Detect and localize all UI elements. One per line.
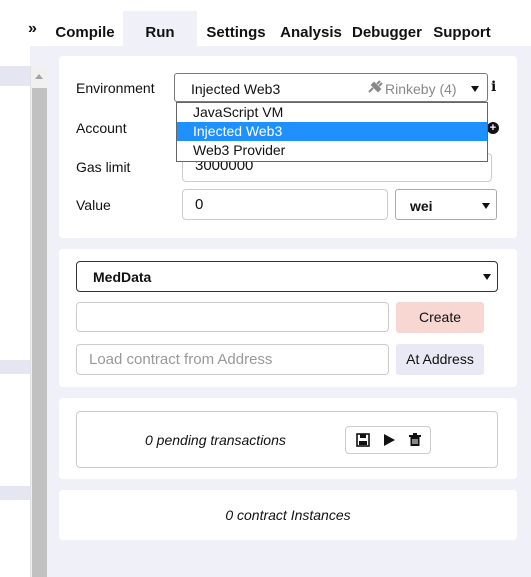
editor-band bbox=[0, 486, 30, 500]
chevron-down-icon bbox=[483, 274, 491, 280]
tab-bar: » Compile Run Settings Analysis Debugger… bbox=[0, 0, 531, 46]
environment-dropdown: JavaScript VM Injected Web3 Web3 Provide… bbox=[176, 102, 488, 162]
dropdown-option-injected-web3[interactable]: Injected Web3 bbox=[177, 122, 487, 141]
instances-card: 0 contract Instances bbox=[59, 490, 517, 540]
tab-settings[interactable]: Settings bbox=[199, 16, 273, 46]
chevron-down-icon bbox=[482, 203, 490, 209]
pending-transactions-text: 0 pending transactions bbox=[145, 432, 286, 448]
editor-band bbox=[0, 66, 30, 86]
scrollbar-thumb[interactable] bbox=[32, 88, 47, 577]
editor-scrollbar[interactable] bbox=[30, 66, 47, 577]
environment-label: Environment bbox=[76, 80, 155, 96]
add-account-icon[interactable]: + bbox=[487, 122, 499, 134]
load-address-input[interactable]: Load contract from Address bbox=[76, 344, 389, 375]
network-name: Rinkeby (4) bbox=[385, 81, 457, 97]
scroll-up-icon[interactable] bbox=[35, 74, 43, 79]
play-icon[interactable] bbox=[382, 433, 398, 449]
account-label: Account bbox=[76, 120, 127, 136]
editor-panel bbox=[0, 0, 30, 577]
pending-transactions-box: 0 pending transactions bbox=[76, 411, 498, 468]
tab-run[interactable]: Run bbox=[123, 11, 197, 46]
constructor-args-input[interactable] bbox=[76, 302, 389, 332]
create-button[interactable]: Create bbox=[396, 302, 484, 333]
environment-value: Injected Web3 bbox=[191, 81, 281, 97]
unit-value: wei bbox=[410, 198, 433, 214]
gas-limit-label: Gas limit bbox=[76, 159, 131, 175]
editor-band bbox=[0, 360, 30, 374]
at-address-button[interactable]: At Address bbox=[396, 344, 484, 375]
tab-debugger[interactable]: Debugger bbox=[348, 16, 426, 46]
save-icon[interactable] bbox=[356, 433, 372, 449]
expand-panel-icon[interactable]: » bbox=[28, 20, 37, 38]
contract-value: MedData bbox=[93, 269, 152, 285]
tab-compile[interactable]: Compile bbox=[47, 16, 123, 46]
pending-controls bbox=[345, 426, 431, 454]
plug-icon bbox=[367, 80, 383, 97]
value-input[interactable]: 0 bbox=[182, 189, 388, 220]
value-label: Value bbox=[76, 197, 111, 213]
contract-instances-text: 0 contract Instances bbox=[225, 507, 351, 523]
contract-select[interactable]: MedData bbox=[76, 261, 498, 292]
tab-analysis[interactable]: Analysis bbox=[276, 16, 346, 46]
chevron-down-icon bbox=[471, 86, 479, 92]
info-icon[interactable]: i bbox=[491, 79, 496, 95]
dropdown-option-javascript-vm[interactable]: JavaScript VM bbox=[177, 103, 487, 122]
dropdown-option-web3-provider[interactable]: Web3 Provider bbox=[177, 141, 487, 160]
trash-icon[interactable] bbox=[408, 433, 424, 449]
tab-support[interactable]: Support bbox=[430, 16, 494, 46]
environment-select[interactable]: Injected Web3 Rinkeby (4) bbox=[174, 73, 488, 102]
value-unit-select[interactable]: wei bbox=[395, 189, 497, 220]
